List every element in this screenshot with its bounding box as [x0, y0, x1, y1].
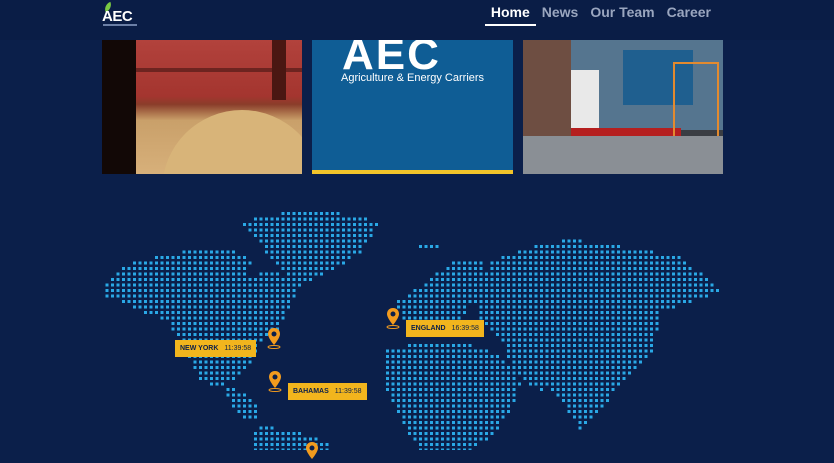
location-pin-icon[interactable]: [386, 307, 400, 329]
location-time: 11:39:58: [334, 388, 362, 395]
logo-text: AEC: [102, 8, 133, 25]
accent-bar: [312, 170, 513, 174]
location-name: ENGLAND: [411, 325, 446, 332]
logo-tagline: [103, 24, 137, 26]
truck-cargo-image: [523, 40, 723, 174]
location-time: 11:39:58: [224, 345, 252, 352]
aec-logo[interactable]: AEC: [102, 1, 142, 27]
brand-panel: AEC Agriculture & Energy Carriers: [312, 40, 513, 174]
location-pin-icon[interactable]: [305, 441, 319, 463]
location-name: BAHAMAS: [293, 388, 329, 395]
main-nav: Home News Our Team Career: [484, 4, 717, 26]
location-label-england: ENGLAND 16:39:58: [406, 320, 484, 337]
location-pin-icon[interactable]: [267, 327, 281, 349]
location-name: NEW YORK: [180, 345, 219, 352]
grain-cargo-image: [102, 40, 302, 174]
location-label-new-york: NEW YORK 11:39:58: [175, 340, 257, 357]
location-pin-icon[interactable]: [268, 370, 282, 392]
nav-home[interactable]: Home: [484, 4, 536, 26]
nav-news[interactable]: News: [536, 4, 585, 26]
location-label-bahamas: BAHAMAS 11:39:58: [288, 383, 367, 400]
brand-subtitle: Agriculture & Energy Carriers: [341, 72, 485, 84]
nav-career[interactable]: Career: [661, 4, 717, 26]
location-time: 16:39:58: [451, 325, 479, 332]
nav-our-team[interactable]: Our Team: [584, 4, 660, 26]
